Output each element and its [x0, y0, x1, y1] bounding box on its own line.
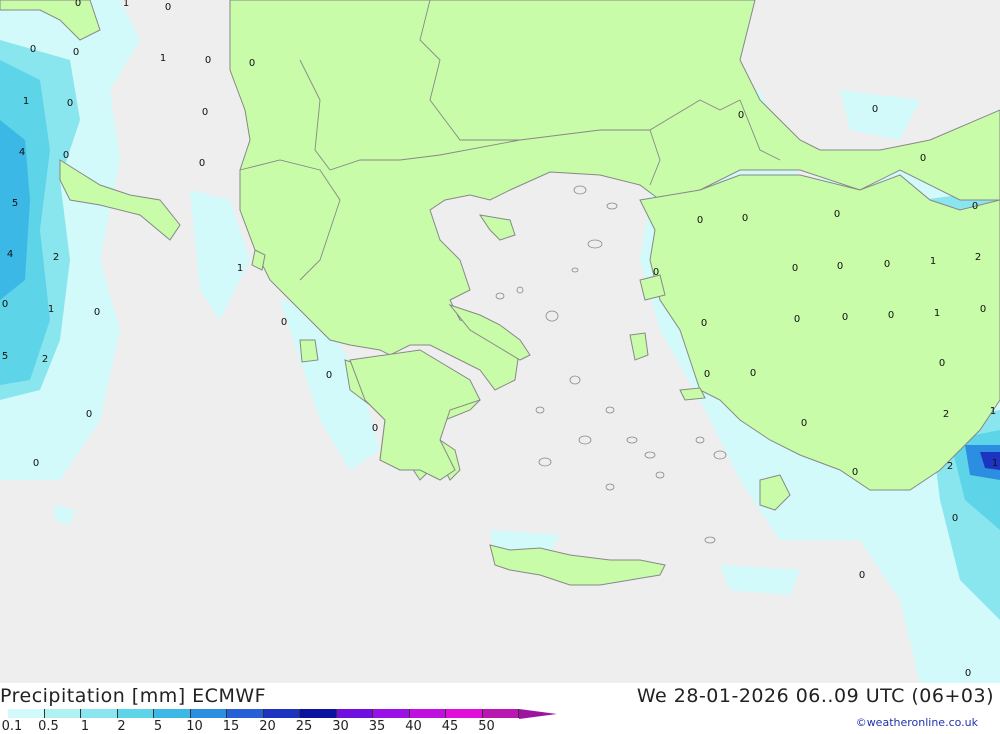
precip-value-label: 4 — [19, 147, 25, 158]
footer: Precipitation [mm] ECMWF We 28-01-2026 0… — [0, 683, 1000, 734]
precip-value-label: 0 — [972, 201, 978, 212]
legend-arrow — [519, 709, 557, 719]
legend-tick-label: 1 — [80, 719, 90, 734]
legend-ticks: 0.1 0.5 1 2 5 10 15 20 25 30 35 40 45 50 — [0, 719, 560, 734]
color-legend — [8, 709, 557, 719]
precip-value-label: 0 — [859, 570, 865, 581]
legend-tick-label: 20 — [259, 719, 276, 734]
precip-value-label: 0 — [834, 209, 840, 220]
precip-value-label: 0 — [952, 513, 958, 524]
legend-swatch — [81, 709, 118, 718]
precip-value-label: 0 — [701, 318, 707, 329]
precip-value-label: 0 — [63, 150, 69, 161]
precip-value-label: 2 — [42, 354, 48, 365]
legend-swatch — [336, 709, 373, 718]
precip-value-label: 5 — [12, 198, 18, 209]
precip-value-label: 0 — [73, 47, 79, 58]
precip-value-label: 0 — [372, 423, 378, 434]
legend-swatch — [227, 709, 264, 718]
legend-tick-label: 25 — [295, 719, 313, 734]
precip-value-label: 0 — [750, 368, 756, 379]
precip-value-label: 1 — [990, 406, 996, 417]
precip-value-label: 1 — [237, 263, 243, 274]
precip-value-label: 1 — [930, 256, 936, 267]
legend-tick-label: 0.5 — [38, 719, 59, 734]
precip-value-label: 0 — [697, 215, 703, 226]
precip-value-label: 0 — [888, 310, 894, 321]
precip-value-label: 5 — [2, 351, 8, 362]
precip-value-label: 0 — [884, 259, 890, 270]
precip-value-label: 0 — [965, 668, 971, 679]
precip-value-label: 1 — [160, 53, 166, 64]
precip-value-label: 1 — [48, 304, 54, 315]
legend-swatch — [190, 709, 227, 718]
legend-swatch — [482, 709, 519, 718]
precip-value-label: 0 — [30, 44, 36, 55]
precip-value-label: 0 — [326, 370, 332, 381]
precip-value-label: 0 — [202, 107, 208, 118]
legend-tick-label: 2 — [117, 719, 126, 734]
legend-tick-label: 40 — [405, 719, 422, 734]
precip-value-label: 0 — [94, 307, 100, 318]
legend-tick-label: 10 — [186, 719, 203, 734]
legend-tick-label: 0.1 — [1, 719, 23, 734]
precip-value-label: 0 — [281, 317, 287, 328]
map-svg: 0 1 00100 0004 01 0514 2005100200000000 0 00 0 0 0 1… — [0, 0, 1000, 683]
precip-value-label: 0 — [939, 358, 945, 369]
legend-swatch — [154, 709, 191, 718]
precip-value-label: 0 — [920, 153, 926, 164]
precip-value-label: 0 — [842, 312, 848, 323]
legend-tick-label: 5 — [153, 719, 163, 734]
legend-swatch — [8, 709, 45, 718]
precip-value-label: 2 — [943, 409, 949, 420]
precipitation-map[interactable]: 0100100000401051420051002000000000000001… — [0, 0, 1000, 683]
precip-value-label: 2 — [53, 252, 59, 263]
precip-value-label: 0 — [2, 299, 8, 310]
precip-value-label: 0 — [199, 158, 205, 169]
precip-value-label: 1 — [123, 0, 129, 9]
precip-value-label: 1 — [934, 308, 940, 319]
precip-value-label: 1 — [23, 96, 29, 107]
precip-value-label: 0 — [980, 304, 986, 315]
legend-tick-label: 50 — [478, 719, 495, 734]
legend-swatch — [300, 709, 337, 718]
precip-value-label: 2 — [947, 461, 953, 472]
credit-link[interactable]: ©weatheronline.co.uk — [856, 716, 978, 729]
legend-swatch — [117, 709, 154, 718]
precip-value-label: 1 — [992, 458, 998, 469]
precip-value-label: 0 — [801, 418, 807, 429]
legend-swatch — [263, 709, 300, 718]
precip-value-label: 0 — [205, 55, 211, 66]
forecast-datetime: We 28-01-2026 06..09 UTC (06+03) — [636, 685, 994, 707]
precip-value-label: 0 — [738, 110, 744, 121]
legend-swatch — [409, 709, 446, 718]
precip-value-label: 0 — [794, 314, 800, 325]
legend-tick-label: 30 — [332, 719, 349, 734]
legend-tick-label: 45 — [441, 719, 459, 734]
precip-value-label: 0 — [852, 467, 858, 478]
legend-swatch — [373, 709, 410, 718]
precip-value-label: 0 — [75, 0, 81, 9]
legend-swatch — [446, 709, 483, 718]
precip-value-label: 0 — [249, 58, 255, 69]
legend-tick-label: 35 — [368, 719, 386, 734]
precip-value-label: 0 — [837, 261, 843, 272]
precip-value-label: 0 — [792, 263, 798, 274]
precip-value-label: 0 — [33, 458, 39, 469]
legend-tick-label: 15 — [222, 719, 240, 734]
precip-value-label: 0 — [67, 98, 73, 109]
legend-swatch — [44, 709, 81, 718]
precip-value-label: 0 — [653, 267, 659, 278]
precip-value-label: 0 — [704, 369, 710, 380]
precip-value-label: 0 — [872, 104, 878, 115]
precip-value-label: 0 — [86, 409, 92, 420]
precip-value-label: 0 — [742, 213, 748, 224]
precip-value-label: 2 — [975, 252, 981, 263]
precip-value-label: 0 — [165, 2, 171, 13]
precip-value-label: 4 — [7, 249, 13, 260]
map-title: Precipitation [mm] ECMWF — [0, 685, 267, 707]
